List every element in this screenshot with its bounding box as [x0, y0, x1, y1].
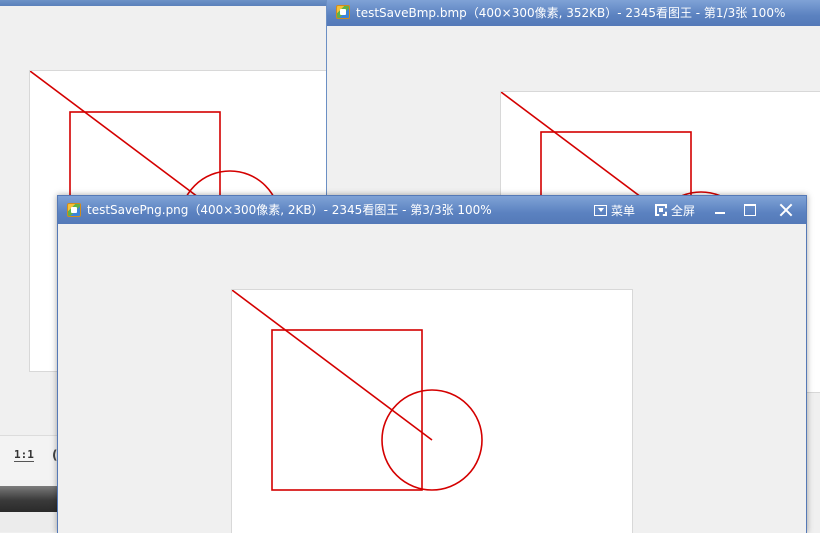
window-title: testSaveBmp.bmp（400×300像素, 352KB）- 2345看…: [356, 6, 786, 20]
titlebar[interactable]: testSavePng.png（400×300像素, 2KB）- 2345看图王…: [58, 196, 806, 224]
fullscreen-label: 全屏: [671, 203, 696, 218]
maximize-icon: [744, 204, 756, 216]
zoom-1to1-button[interactable]: 1:1: [14, 448, 34, 462]
titlebar-fragment[interactable]: [0, 0, 330, 6]
menu-button[interactable]: 菜单: [594, 196, 635, 224]
image-canvas: [232, 290, 632, 533]
drawn-image: [232, 290, 483, 491]
close-icon: [779, 203, 793, 217]
titlebar[interactable]: testSaveBmp.bmp（400×300像素, 352KB）- 2345看…: [327, 0, 820, 26]
app-icon: [67, 203, 81, 217]
app-icon: [336, 5, 350, 19]
maximize-button[interactable]: [743, 196, 757, 224]
minimize-button[interactable]: [713, 196, 727, 224]
close-button[interactable]: [777, 196, 795, 224]
fullscreen-icon: [655, 204, 667, 216]
menu-label: 菜单: [611, 203, 636, 218]
minimize-icon: [715, 212, 725, 214]
window-title: testSavePng.png（400×300像素, 2KB）- 2345看图王…: [87, 203, 492, 217]
fullscreen-button[interactable]: 全屏: [655, 196, 695, 224]
viewer-window-front: testSavePng.png（400×300像素, 2KB）- 2345看图王…: [57, 195, 807, 533]
menu-dropdown-icon: [594, 204, 607, 216]
